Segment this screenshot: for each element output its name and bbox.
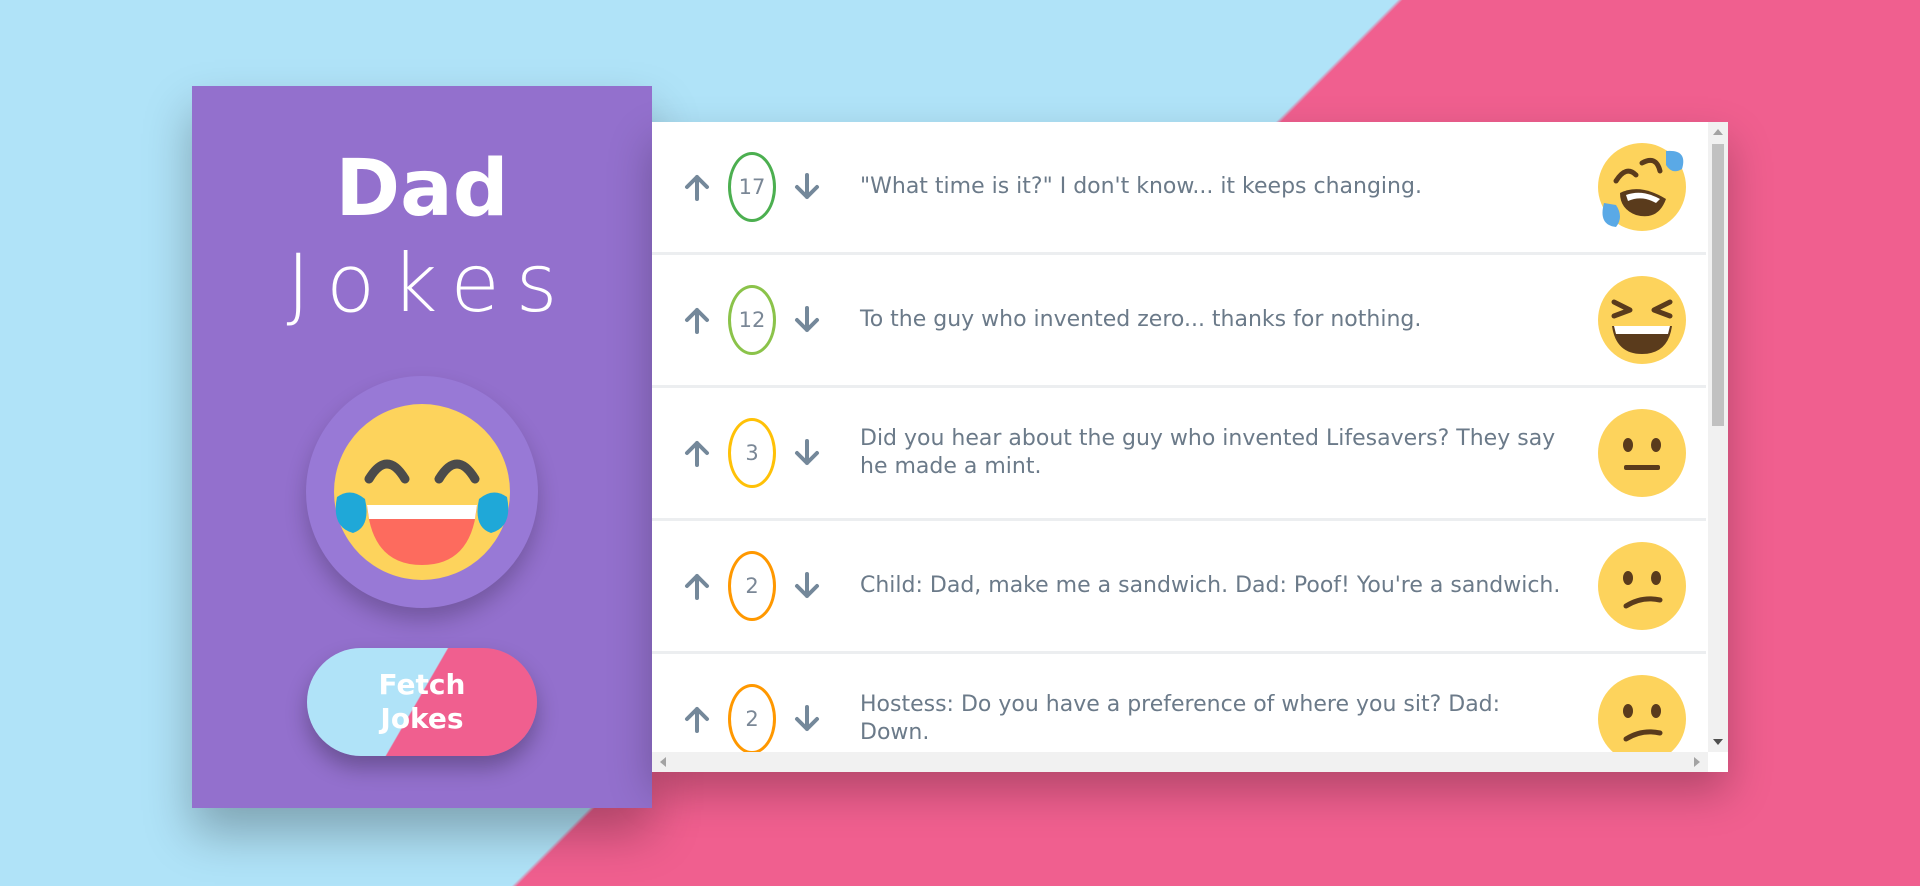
jokes-list[interactable]: 17 "What time is it?" I don't know... it…: [652, 122, 1706, 752]
fetch-jokes-button[interactable]: Fetch Jokes: [307, 648, 537, 756]
vertical-scrollbar[interactable]: [1708, 122, 1728, 752]
downvote-arrow-icon[interactable]: [792, 305, 822, 335]
joke-item: 12 To the guy who invented zero... thank…: [652, 255, 1706, 388]
joke-item: 2 Hostess: Do you have a preference of w…: [652, 654, 1706, 752]
downvote-arrow-icon[interactable]: [792, 438, 822, 468]
scrollbar-thumb[interactable]: [1712, 144, 1724, 426]
joke-text: To the guy who invented zero... thanks f…: [860, 307, 1422, 332]
rolling-on-floor-laughing-icon: [1596, 141, 1688, 233]
vote-controls: 17: [682, 152, 822, 222]
joke-item: 3 Did you hear about the guy who invente…: [652, 388, 1706, 521]
vote-controls: 12: [682, 285, 822, 355]
vote-controls: 2: [682, 684, 822, 752]
joke-text: Hostess: Do you have a preference of whe…: [860, 692, 1501, 745]
joke-text: "What time is it?" I don't know... it ke…: [860, 174, 1422, 199]
joke-text: Child: Dad, make me a sandwich. Dad: Poo…: [860, 573, 1561, 598]
upvote-arrow-icon[interactable]: [682, 305, 712, 335]
horizontal-scrollbar[interactable]: [652, 752, 1708, 772]
sidebar: Dad Jokes Fetch Jokes: [192, 86, 652, 808]
joke-text: Did you hear about the guy who invented …: [860, 426, 1556, 479]
neutral-face-icon: [1596, 407, 1688, 499]
scroll-right-arrow-icon[interactable]: [1694, 757, 1700, 767]
joke-score: 17: [728, 152, 776, 222]
joke-score: 2: [728, 551, 776, 621]
joke-score: 3: [728, 418, 776, 488]
vote-controls: 3: [682, 418, 822, 488]
downvote-arrow-icon[interactable]: [792, 704, 822, 734]
confused-face-icon: [1596, 673, 1688, 752]
joke-score: 2: [728, 684, 776, 752]
title-jokes: Jokes: [286, 237, 574, 330]
joke-score: 12: [728, 285, 776, 355]
grinning-squinting-icon: [1596, 274, 1688, 366]
upvote-arrow-icon[interactable]: [682, 438, 712, 468]
scroll-down-arrow-icon[interactable]: [1713, 739, 1723, 745]
scroll-left-arrow-icon[interactable]: [660, 757, 666, 767]
joke-item: 17 "What time is it?" I don't know... it…: [652, 122, 1706, 255]
joke-item: 2 Child: Dad, make me a sandwich. Dad: P…: [652, 521, 1706, 654]
downvote-arrow-icon[interactable]: [792, 172, 822, 202]
confused-face-icon: [1596, 540, 1688, 632]
upvote-arrow-icon[interactable]: [682, 704, 712, 734]
downvote-arrow-icon[interactable]: [792, 571, 822, 601]
upvote-arrow-icon[interactable]: [682, 172, 712, 202]
scroll-up-arrow-icon[interactable]: [1713, 129, 1723, 135]
title-dad: Dad: [335, 144, 509, 234]
jokes-panel: 17 "What time is it?" I don't know... it…: [652, 122, 1728, 772]
upvote-arrow-icon[interactable]: [682, 571, 712, 601]
vote-controls: 2: [682, 551, 822, 621]
laughing-emoji-icon: [306, 376, 538, 608]
